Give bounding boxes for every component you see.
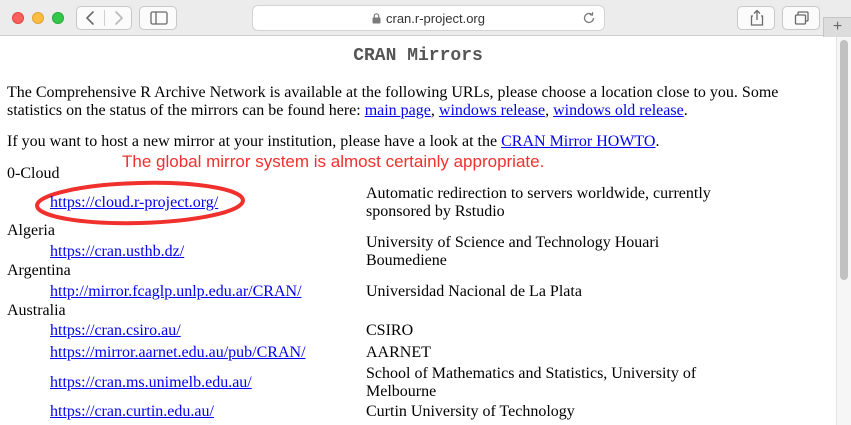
sidebar-toggle-button[interactable] [139, 6, 177, 30]
url-display: cran.r-project.org [253, 11, 604, 26]
country-australia: Australia [7, 302, 66, 319]
browser-toolbar: cran.r-project.org + [0, 0, 851, 37]
mirror-description: Universidad Nacional de La Plata [366, 283, 582, 300]
share-icon [750, 9, 764, 26]
mirror-row: https://cloud.r-project.org/ Automatic r… [0, 184, 836, 222]
url-text: cran.r-project.org [386, 11, 485, 26]
page-content: CRAN Mirrors The Comprehensive R Archive… [0, 37, 836, 425]
tabs-overview-icon [794, 11, 809, 25]
country-argentina: Argentina [7, 262, 71, 279]
mirror-description: AARNET [366, 344, 431, 361]
mirror-description: Automatic redirection to servers worldwi… [366, 185, 711, 220]
mirror-row: https://cran.curtin.edu.au/ Curtin Unive… [0, 401, 836, 423]
mirror-link[interactable]: https://cran.csiro.au/ [50, 322, 181, 340]
mirror-link[interactable]: https://cran.curtin.edu.au/ [50, 403, 214, 421]
chevron-left-icon [86, 11, 94, 25]
navigation-buttons [76, 6, 132, 30]
mirror-description: School of Mathematics and Statistics, Un… [366, 365, 697, 400]
lock-icon [372, 13, 381, 24]
mirror-row: https://cran.ms.unimelb.edu.au/ School o… [0, 364, 836, 402]
country-algeria: Algeria [7, 222, 55, 239]
mirror-row: https://cran.usthb.dz/ University of Sci… [0, 234, 836, 269]
sidebar-icon [150, 11, 168, 25]
scrollbar-thumb[interactable] [840, 40, 848, 280]
show-tabs-button[interactable] [782, 6, 820, 30]
share-button[interactable] [737, 6, 775, 30]
address-bar[interactable]: cran.r-project.org [252, 5, 605, 31]
close-window-button[interactable] [12, 12, 24, 24]
mirror-description: CSIRO [366, 322, 414, 339]
mirror-link[interactable]: https://cran.usthb.dz/ [50, 243, 184, 261]
mirror-link[interactable]: http://mirror.fcaglp.unlp.edu.ar/CRAN/ [50, 283, 302, 301]
back-button[interactable] [77, 7, 104, 29]
country-0-cloud: 0-Cloud [7, 165, 60, 182]
mirror-link[interactable]: https://cloud.r-project.org/ [50, 194, 218, 212]
mirror-link[interactable]: https://cran.ms.unimelb.edu.au/ [50, 374, 252, 392]
forward-button[interactable] [105, 7, 132, 29]
mirror-description: University of Science and Technology Hou… [366, 234, 660, 269]
mirror-row: https://mirror.aarnet.edu.au/pub/CRAN/ A… [0, 342, 836, 364]
minimize-window-button[interactable] [32, 12, 44, 24]
vertical-scrollbar[interactable] [836, 37, 851, 425]
mirror-row: http://mirror.fcaglp.unlp.edu.ar/CRAN/ U… [0, 281, 836, 303]
mirror-link[interactable]: https://mirror.aarnet.edu.au/pub/CRAN/ [50, 344, 306, 362]
reload-icon[interactable] [582, 11, 596, 25]
chevron-right-icon [115, 11, 123, 25]
new-tab-button[interactable]: + [823, 17, 851, 37]
mirror-row: https://cran.csiro.au/ CSIRO [0, 320, 836, 342]
zoom-window-button[interactable] [52, 12, 64, 24]
mirror-description: Curtin University of Technology [366, 403, 575, 420]
